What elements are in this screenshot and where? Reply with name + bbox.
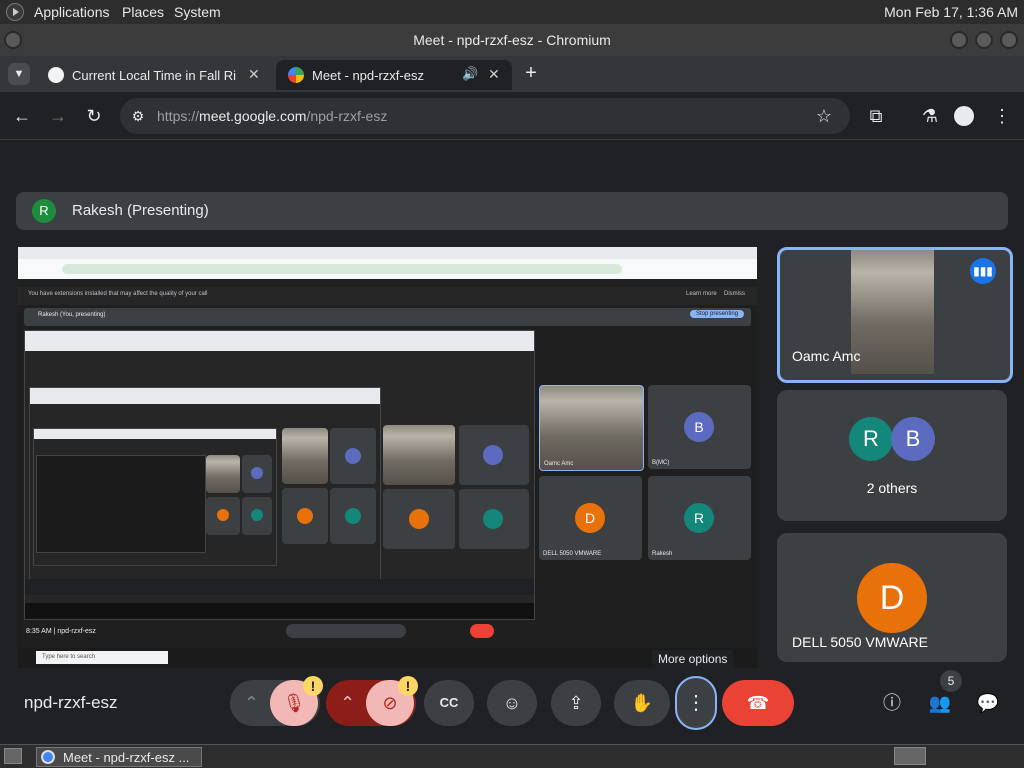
shared-notice: You have extensions installed that may a…	[18, 287, 757, 305]
new-tab-icon[interactable]: +	[520, 62, 542, 84]
system-taskbar: Meet - npd-rzxf-esz ...	[0, 744, 1024, 768]
shared-address-bar	[62, 264, 622, 274]
nested-screen-3	[33, 428, 277, 566]
participant-video	[851, 250, 934, 374]
avatar-r: R	[849, 417, 893, 461]
profile-avatar-icon[interactable]	[954, 106, 974, 126]
shared-toolbar	[18, 259, 757, 279]
mic-warning-icon: !	[303, 676, 323, 696]
labs-flask-icon[interactable]: ⚗	[918, 104, 942, 128]
site-settings-icon[interactable]: ⚙	[126, 104, 150, 128]
shared-screen[interactable]: You have extensions installed that may a…	[18, 247, 757, 668]
menu-applications[interactable]: Applications	[34, 4, 110, 20]
more-options-tooltip: More options	[652, 650, 734, 668]
taskbar-window-item[interactable]: Meet - npd-rzxf-esz ...	[36, 747, 202, 767]
workspace-switcher-icon[interactable]	[894, 747, 926, 765]
more-vert-icon: ⋮	[686, 692, 706, 714]
window-title: Meet - npd-rzxf-esz - Chromium	[413, 32, 611, 48]
close-tab-icon[interactable]: ✕	[248, 66, 260, 83]
tile-dell-5050-vmware[interactable]: D DELL 5050 VMWARE	[777, 533, 1007, 662]
meeting-details-button[interactable]: ⓘ	[876, 680, 908, 726]
present-now-button[interactable]: ⇪	[551, 680, 601, 726]
shared-tab-strip	[18, 247, 757, 259]
nested-screen-1	[24, 330, 535, 620]
leave-call-button[interactable]: ☎	[722, 680, 794, 726]
captions-button[interactable]: CC	[424, 680, 474, 726]
tile-2-others[interactable]: R B 2 others	[777, 390, 1007, 521]
taskbar-item-label: Meet - npd-rzxf-esz ...	[63, 750, 190, 765]
camera-off-icon: ⊘	[382, 693, 398, 713]
close-tab-icon[interactable]: ✕	[488, 66, 500, 83]
captions-icon: CC	[439, 695, 459, 710]
hangup-icon: ☎	[746, 693, 770, 713]
nested-screen-4	[36, 455, 206, 553]
forward-icon[interactable]: →	[46, 104, 70, 128]
nested-screen-2	[29, 387, 381, 585]
hand-icon: ✋	[630, 693, 654, 713]
present-screen-icon: ⇪	[568, 693, 584, 713]
applications-logo-icon[interactable]	[6, 3, 24, 21]
presenting-label: Rakesh (Presenting)	[72, 202, 209, 219]
more-options-button[interactable]: ⋮	[675, 676, 717, 730]
maximize-icon[interactable]	[975, 31, 993, 49]
tab-audio-icon[interactable]: 🔊	[462, 66, 478, 82]
shared-tile-bmc: B B(MC)	[648, 385, 751, 469]
meet-page: R Rakesh (Presenting) You have extension…	[0, 140, 1024, 744]
presenting-bar: R Rakesh (Presenting)	[16, 192, 1008, 230]
people-icon: 👥	[928, 693, 952, 713]
speaking-indicator-icon: ▮▮▮	[970, 258, 996, 284]
shared-presenting-bar: Rakesh (You, presenting) Stop presenting	[24, 308, 751, 326]
url-text[interactable]: https://meet.google.com/npd-rzxf-esz	[157, 108, 387, 124]
tab-label: Current Local Time in Fall Ri	[72, 68, 236, 83]
chromium-icon	[41, 750, 55, 764]
reactions-button[interactable]: ☺	[487, 680, 537, 726]
system-clock[interactable]: Mon Feb 17, 1:36 AM	[884, 4, 1018, 20]
tile-oamc-amc[interactable]: ▮▮▮ Oamc Amc	[777, 247, 1013, 383]
shared-meet-footer: 8:35 AM | npd-rzxf-esz	[18, 624, 757, 644]
presenter-avatar: R	[32, 199, 56, 223]
tab-current-local-time[interactable]: Current Local Time in Fall Ri ✕	[36, 60, 272, 90]
mic-icon: 🎙	[282, 693, 306, 713]
tab-search-chevron-icon[interactable]: ▼	[8, 63, 30, 85]
show-desktop-icon[interactable]	[4, 748, 22, 764]
shared-tile-rakesh: R Rakesh	[648, 476, 751, 560]
address-bar[interactable]: ⚙ https://meet.google.com/npd-rzxf-esz ☆	[120, 98, 850, 134]
meeting-code: npd-rzxf-esz	[24, 693, 118, 712]
participant-name: Oamc Amc	[792, 348, 861, 364]
system-top-panel: Applications Places System Mon Feb 17, 1…	[0, 0, 1024, 24]
avatar-d: D	[857, 563, 927, 633]
extensions-icon[interactable]: ⧉	[864, 104, 888, 128]
raise-hand-button[interactable]: ✋	[614, 680, 670, 726]
clock-favicon-icon	[48, 67, 64, 83]
window-titlebar[interactable]: Meet - npd-rzxf-esz - Chromium	[0, 24, 1024, 56]
meet-favicon-icon	[288, 67, 304, 83]
back-icon[interactable]: ←	[10, 104, 34, 128]
tab-label: Meet - npd-rzxf-esz	[312, 68, 424, 83]
shared-tile-dell: D DELL 5050 VMWARE	[539, 476, 642, 560]
menu-system[interactable]: System	[174, 4, 221, 20]
shared-tile-oamc: Oamc Amc	[539, 385, 644, 471]
people-count-badge: 5	[940, 670, 962, 692]
participant-name: DELL 5050 VMWARE	[792, 634, 928, 650]
emoji-icon: ☺	[502, 693, 522, 713]
browser-menu-icon[interactable]: ⋮	[990, 104, 1014, 128]
menu-places[interactable]: Places	[122, 4, 164, 20]
bookmark-star-icon[interactable]: ☆	[812, 104, 836, 128]
camera-warning-icon: !	[398, 676, 418, 696]
reload-icon[interactable]: ↻	[82, 104, 106, 128]
avatar-b: B	[891, 417, 935, 461]
info-icon: ⓘ	[883, 693, 901, 713]
chat-button[interactable]: 💬	[972, 680, 1004, 726]
minimize-icon[interactable]	[950, 31, 968, 49]
browser-toolbar: ← → ↻ ⚙ https://meet.google.com/npd-rzxf…	[0, 92, 1024, 140]
close-window-icon[interactable]	[1000, 31, 1018, 49]
tab-strip: ▼ Current Local Time in Fall Ri ✕ Meet -…	[0, 56, 1024, 92]
others-label: 2 others	[866, 480, 918, 496]
tab-meet[interactable]: Meet - npd-rzxf-esz 🔊 ✕	[276, 60, 512, 90]
shared-windows-taskbar: Type here to search	[18, 648, 757, 668]
chat-icon: 💬	[976, 693, 1000, 713]
